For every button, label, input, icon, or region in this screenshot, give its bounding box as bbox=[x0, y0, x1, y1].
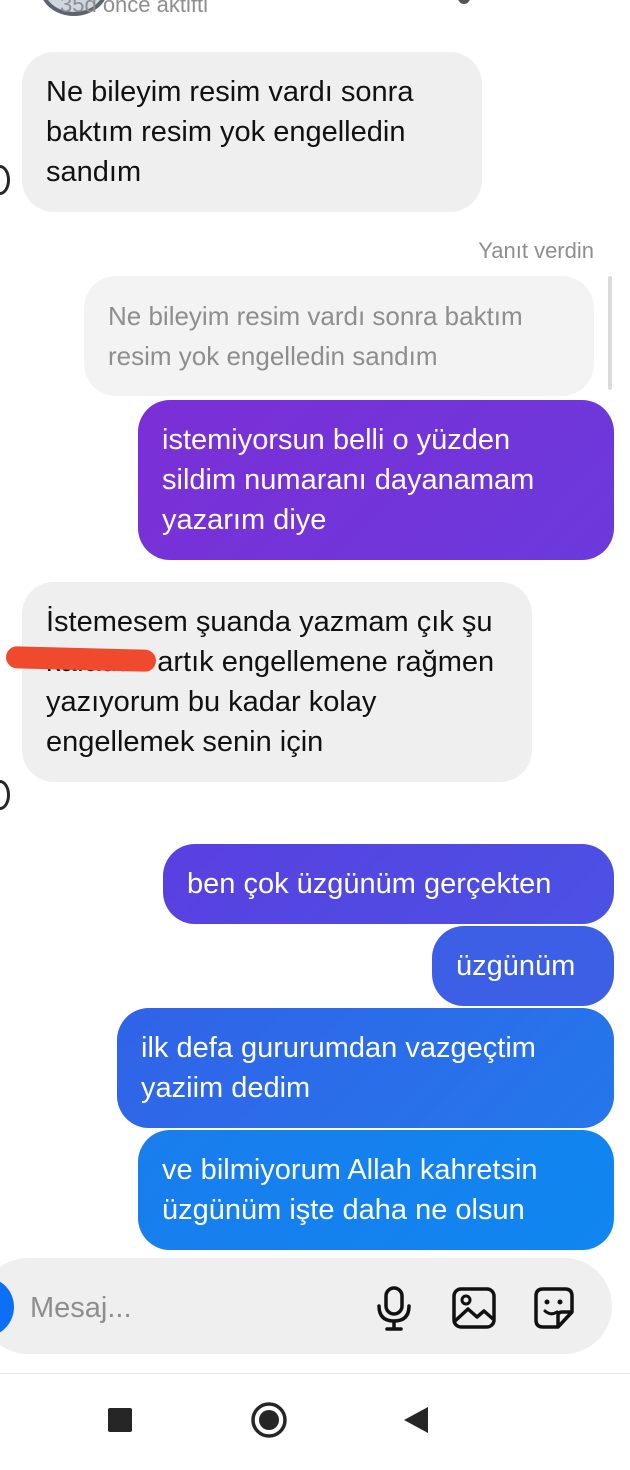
recents-icon[interactable] bbox=[98, 1398, 142, 1442]
back-icon[interactable] bbox=[394, 1398, 438, 1442]
sender-avatar[interactable] bbox=[0, 780, 10, 810]
sent-message[interactable]: üzgünüm bbox=[432, 926, 614, 1006]
sender-avatar[interactable] bbox=[0, 165, 10, 195]
contact-active-status: 35d önce aktifti bbox=[60, 0, 208, 12]
received-message[interactable]: Ne bileyim resim vardı sonra baktım resi… bbox=[22, 52, 482, 212]
sent-message[interactable]: ve bilmiyorum Allah kahretsin üzgünüm iş… bbox=[138, 1130, 614, 1250]
message-input[interactable] bbox=[30, 1283, 340, 1333]
system-navigation-bar bbox=[0, 1373, 630, 1470]
sent-message[interactable]: istemiyorsun belli o yüzden sildim numar… bbox=[138, 400, 614, 560]
gallery-icon[interactable] bbox=[448, 1282, 500, 1334]
microphone-icon[interactable] bbox=[368, 1282, 420, 1334]
reply-indicator-bar bbox=[608, 276, 612, 390]
quoted-message[interactable]: Ne bileyim resim vardı sonra baktım resi… bbox=[84, 276, 594, 396]
sent-message[interactable]: ben çok üzgünüm gerçekten bbox=[163, 844, 614, 924]
reply-label: Yanıt verdin bbox=[478, 238, 594, 263]
home-icon[interactable] bbox=[247, 1398, 291, 1442]
sticker-icon[interactable] bbox=[528, 1282, 580, 1334]
received-message[interactable]: İstemesem şuanda yazmam çık şu kafadan a… bbox=[22, 582, 532, 782]
header-menu-icon[interactable] bbox=[458, 0, 470, 4]
redaction-mark bbox=[5, 646, 157, 672]
sent-message[interactable]: ilk defa gururumdan vazgeçtim yaziim ded… bbox=[117, 1008, 614, 1128]
